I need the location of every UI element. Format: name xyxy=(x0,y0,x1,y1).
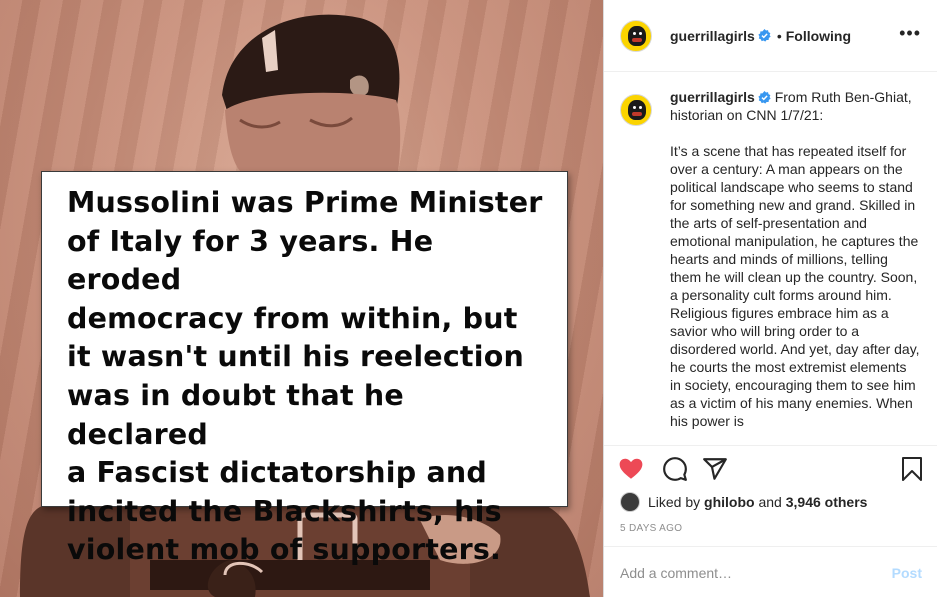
caption-row: guerrillagirls From Ruth Ben-Ghiat, hist… xyxy=(620,88,921,430)
avatar-eye-right xyxy=(639,31,642,35)
likes-summary: Liked by ghilobo and 3,946 others xyxy=(620,492,867,512)
verified-badge-icon xyxy=(758,29,771,42)
avatar-eye-left xyxy=(633,31,636,35)
comment-icon[interactable] xyxy=(662,456,688,482)
liked-by-others-link[interactable]: 3,946 others xyxy=(786,494,868,510)
caption-area: guerrillagirls From Ruth Ben-Ghiat, hist… xyxy=(604,72,937,445)
profile-avatar[interactable] xyxy=(620,19,652,52)
post-comment-button[interactable]: Post xyxy=(892,565,922,581)
avatar-eye-right xyxy=(639,106,642,109)
caption-body: It’s a scene that has repeated itself fo… xyxy=(670,143,920,429)
following-button[interactable]: Following xyxy=(786,28,851,44)
header-username[interactable]: guerrillagirls xyxy=(670,28,755,44)
liked-by-prefix: Liked by xyxy=(648,494,701,510)
liker-avatar[interactable] xyxy=(620,492,640,512)
gorilla-mask-icon xyxy=(628,100,646,120)
liked-by-and: and xyxy=(758,494,782,510)
avatar-eye-left xyxy=(633,106,636,109)
post-header: guerrillagirls • Following ••• xyxy=(604,0,937,72)
save-bookmark-icon[interactable] xyxy=(900,456,924,482)
more-options-icon[interactable]: ••• xyxy=(899,24,921,42)
liked-by-user-link[interactable]: ghilobo xyxy=(704,494,755,510)
avatar-mouth xyxy=(632,37,642,42)
comment-form: Post xyxy=(604,546,937,597)
verified-badge-icon xyxy=(758,91,771,104)
avatar-mouth xyxy=(632,112,642,116)
post-image[interactable]: Mussolini was Prime Minister of Italy fo… xyxy=(0,0,603,597)
quote-text: Mussolini was Prime Minister of Italy fo… xyxy=(67,186,543,567)
share-paper-plane-icon[interactable] xyxy=(702,456,728,482)
like-heart-icon[interactable] xyxy=(618,456,644,482)
caption-text: guerrillagirls From Ruth Ben-Ghiat, hist… xyxy=(670,88,921,430)
post-timestamp[interactable]: 5 DAYS AGO xyxy=(620,523,682,534)
comment-input[interactable] xyxy=(620,564,892,581)
caption-username[interactable]: guerrillagirls xyxy=(670,89,755,105)
post-sidebar: guerrillagirls • Following ••• guerrilla… xyxy=(603,0,937,597)
gorilla-mask-icon xyxy=(628,25,646,46)
caption-avatar[interactable] xyxy=(620,94,652,126)
quote-card: Mussolini was Prime Minister of Italy fo… xyxy=(41,171,568,566)
header-separator: • xyxy=(776,27,782,44)
action-bar xyxy=(618,456,924,484)
actions-section: Liked by ghilobo and 3,946 others 5 DAYS… xyxy=(604,445,937,597)
